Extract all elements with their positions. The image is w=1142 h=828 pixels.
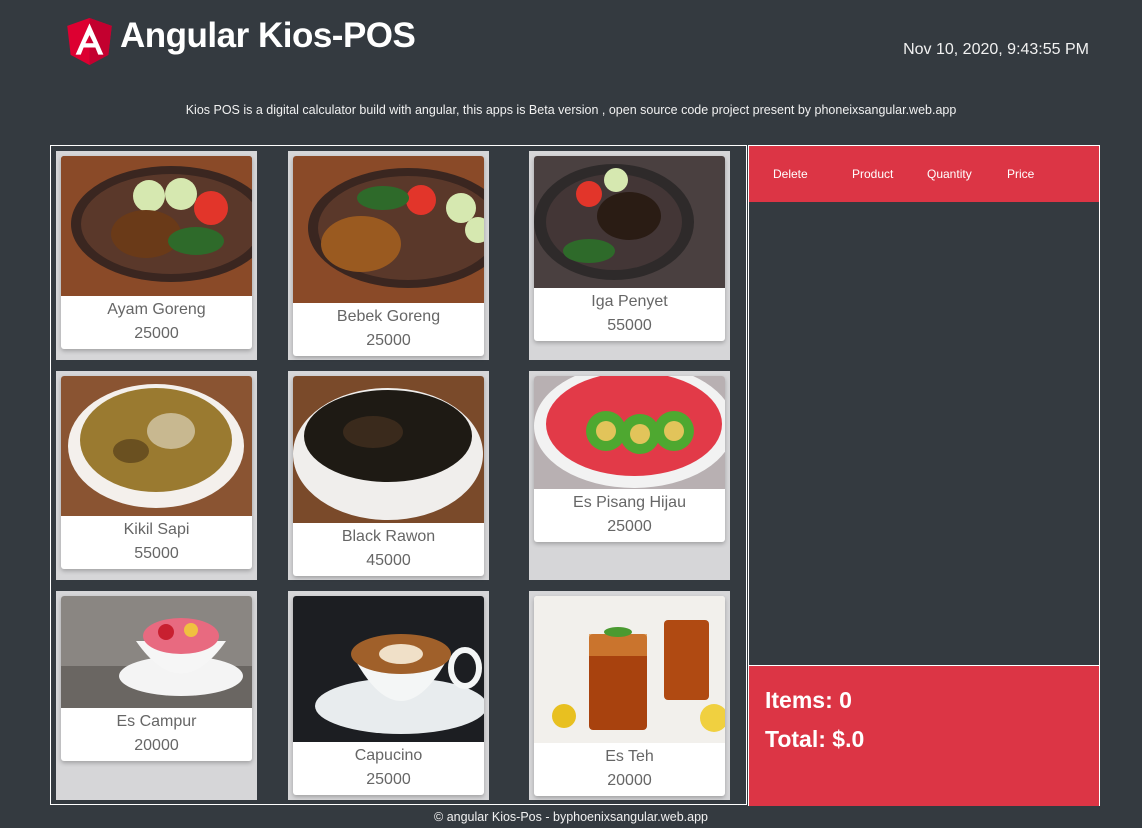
product-price: 25000 (366, 332, 411, 349)
product-card-kikil-sapi[interactable]: Kikil Sapi 55000 (61, 376, 252, 569)
product-name: Es Pisang Hijau (573, 494, 686, 511)
product-tile: Es Campur 20000 (56, 591, 257, 800)
app-subtitle: Kios POS is a digital calculator build w… (185, 103, 957, 117)
product-tile: Bebek Goreng 25000 (288, 151, 489, 360)
product-tile: Capucino 25000 (288, 591, 489, 800)
column-header-price: Price (1007, 167, 1035, 181)
product-tile: Ayam Goreng 25000 (56, 151, 257, 360)
product-tile: Iga Penyet 55000 (529, 151, 730, 360)
product-price: 55000 (607, 317, 652, 334)
product-price: 45000 (366, 552, 411, 569)
product-card-capucino[interactable]: Capucino 25000 (293, 596, 484, 795)
product-card-bebek-goreng[interactable]: Bebek Goreng 25000 (293, 156, 484, 356)
product-card-es-pisang-hijau[interactable]: Es Pisang Hijau 25000 (534, 376, 725, 542)
page-footer: © angular Kios-Pos - byphoenixsangular.w… (434, 810, 708, 824)
product-card-black-rawon[interactable]: Black Rawon 45000 (293, 376, 484, 576)
fried-duck-plate-icon (293, 156, 484, 303)
product-name: Iga Penyet (591, 293, 668, 310)
product-name: Bebek Goreng (336, 308, 441, 325)
green-banana-dessert-icon (534, 376, 725, 489)
product-card-es-campur[interactable]: Es Campur 20000 (61, 596, 252, 761)
product-price: 25000 (366, 771, 411, 788)
product-name: Black Rawon (341, 528, 436, 545)
product-tile: Es Teh 20000 (529, 591, 730, 800)
ribs-plate-icon (534, 156, 725, 288)
product-card-es-teh[interactable]: Es Teh 20000 (534, 596, 725, 796)
column-header-delete: Delete (773, 167, 808, 181)
product-grid: Ayam Goreng 25000 Bebek Goreng 25000 Iga… (50, 145, 747, 805)
app-title: Angular Kios-POS (120, 16, 416, 55)
product-card-ayam-goreng[interactable]: Ayam Goreng 25000 (61, 156, 252, 349)
items-count: Items: 0 (765, 687, 852, 713)
column-header-product: Product (852, 167, 894, 181)
product-name: Capucino (354, 747, 423, 764)
product-price: 55000 (134, 545, 179, 562)
cart-panel: Delete Product Quantity Price Items: 0 T… (748, 145, 1100, 806)
black-soup-bowl-icon (293, 376, 484, 523)
fried-chicken-plate-icon (61, 156, 252, 296)
column-header-quantity: Quantity (927, 167, 972, 181)
ice-dessert-bowl-icon (61, 596, 252, 708)
product-price: 20000 (607, 772, 652, 789)
cart-items-list (749, 202, 1099, 665)
iced-tea-glasses-icon (534, 596, 725, 743)
product-price: 25000 (607, 518, 652, 535)
angular-logo-icon (67, 18, 112, 65)
product-name: Es Campur (116, 713, 197, 730)
product-price: 25000 (134, 325, 179, 342)
cart-header: Delete Product Quantity Price (749, 146, 1099, 202)
product-tile: Black Rawon 45000 (288, 371, 489, 580)
total-amount: Total: $.0 (765, 726, 865, 752)
product-card-iga-penyet[interactable]: Iga Penyet 55000 (534, 156, 725, 341)
current-datetime: Nov 10, 2020, 9:43:55 PM (903, 41, 1089, 58)
app-header: Angular Kios-POS Nov 10, 2020, 9:43:55 P… (0, 0, 1142, 90)
product-name: Kikil Sapi (123, 521, 190, 538)
soup-bowl-icon (61, 376, 252, 516)
product-tile: Kikil Sapi 55000 (56, 371, 257, 580)
product-price: 20000 (134, 737, 179, 754)
product-name: Es Teh (605, 748, 654, 765)
coffee-cup-icon (293, 596, 484, 742)
cart-summary: Items: 0 Total: $.0 (749, 665, 1099, 806)
product-name: Ayam Goreng (107, 301, 206, 318)
product-tile: Es Pisang Hijau 25000 (529, 371, 730, 580)
